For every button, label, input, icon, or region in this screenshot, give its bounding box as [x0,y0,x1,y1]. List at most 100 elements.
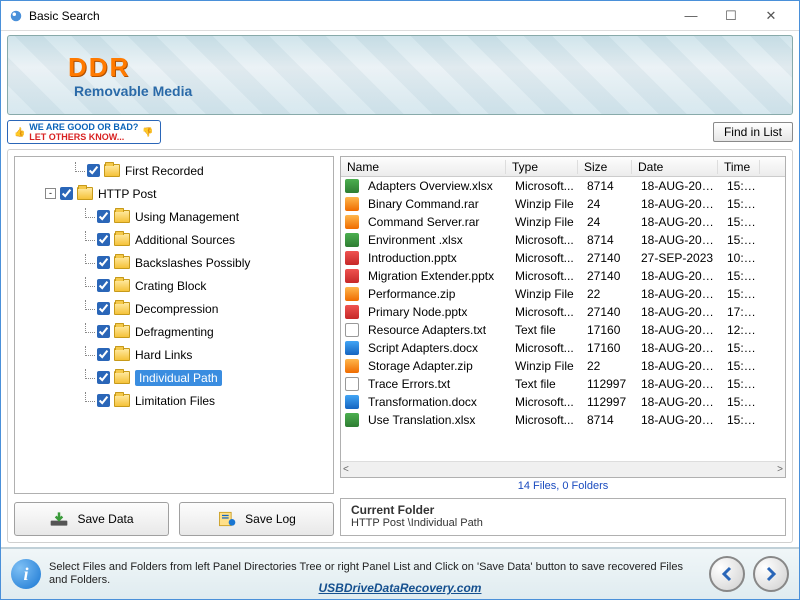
button-row: Save Data Save Log [14,502,334,536]
prev-button[interactable] [709,556,745,592]
folder-icon [77,187,93,200]
tree-branch-icon [75,162,85,172]
cell-size: 17160 [581,323,635,337]
cell-time: 15:32 [721,215,763,229]
tree-item[interactable]: Individual Path [15,366,333,389]
tree-item[interactable]: Decompression [15,297,333,320]
col-header-time[interactable]: Time [718,160,760,174]
tree-checkbox[interactable] [97,325,110,338]
horizontal-scrollbar[interactable]: <> [341,461,785,477]
cell-name: Binary Command.rar [362,197,509,211]
file-row[interactable]: Primary Node.pptxMicrosoft...2714018-AUG… [341,303,785,321]
file-row[interactable]: Trace Errors.txtText file11299718-AUG-20… [341,375,785,393]
tree-item[interactable]: Crating Block [15,274,333,297]
tree-item[interactable]: Defragmenting [15,320,333,343]
find-in-list-button[interactable]: Find in List [713,122,793,142]
app-icon [9,9,23,23]
file-list-body[interactable]: Adapters Overview.xlsxMicrosoft...871418… [341,177,785,461]
col-header-name[interactable]: Name [341,160,506,174]
next-button[interactable] [753,556,789,592]
minimize-button[interactable]: — [671,2,711,30]
file-row[interactable]: Adapters Overview.xlsxMicrosoft...871418… [341,177,785,195]
tree-item[interactable]: First Recorded [15,159,333,182]
tree-item-label: Limitation Files [135,394,215,408]
file-row[interactable]: Command Server.rarWinzip File2418-AUG-20… [341,213,785,231]
cell-date: 18-AUG-2023 [635,215,721,229]
directory-tree[interactable]: First Recorded -HTTP PostUsing Management… [15,157,333,493]
tree-checkbox[interactable] [60,187,73,200]
expander-icon[interactable]: - [45,188,56,199]
cell-type: Microsoft... [509,233,581,247]
tree-checkbox[interactable] [97,256,110,269]
tree-checkbox[interactable] [97,233,110,246]
col-header-date[interactable]: Date [632,160,718,174]
cell-time: 12:07 [721,323,763,337]
cell-size: 8714 [581,179,635,193]
save-data-icon [49,510,69,528]
toolbar: 👍 WE ARE GOOD OR BAD? LET OTHERS KNOW...… [7,117,793,147]
cell-name: Command Server.rar [362,215,509,229]
maximize-button[interactable]: ☐ [711,2,751,30]
tree-panel: First Recorded -HTTP PostUsing Management… [14,156,334,494]
cell-time: 15:31 [721,395,763,409]
tree-item[interactable]: Using Management [15,205,333,228]
tree-checkbox[interactable] [97,371,110,384]
cell-date: 18-AUG-2023 [635,179,721,193]
tree-branch-icon [85,323,95,333]
col-header-type[interactable]: Type [506,160,578,174]
feedback-badge[interactable]: 👍 WE ARE GOOD OR BAD? LET OTHERS KNOW...… [7,120,161,144]
cell-type: Winzip File [509,359,581,373]
file-type-icon [345,269,359,283]
tree-checkbox[interactable] [87,164,100,177]
tree-item-label: First Recorded [125,164,204,178]
folder-icon [114,325,130,338]
tree-checkbox[interactable] [97,302,110,315]
tree-item[interactable]: -HTTP Post [15,182,333,205]
file-row[interactable]: Storage Adapter.zipWinzip File2218-AUG-2… [341,357,785,375]
file-row[interactable]: Use Translation.xlsxMicrosoft...871418-A… [341,411,785,429]
cell-time: 15:38 [721,287,763,301]
cell-time: 15:37 [721,377,763,391]
tree-item[interactable]: Backslashes Possibly [15,251,333,274]
file-row[interactable]: Script Adapters.docxMicrosoft...1716018-… [341,339,785,357]
cell-date: 27-SEP-2023 [635,251,721,265]
tree-checkbox[interactable] [97,210,110,223]
tree-item[interactable]: Additional Sources [15,228,333,251]
col-header-size[interactable]: Size [578,160,632,174]
cell-type: Microsoft... [509,413,581,427]
folder-icon [114,348,130,361]
file-row[interactable]: Performance.zipWinzip File2218-AUG-20231… [341,285,785,303]
cell-name: Script Adapters.docx [362,341,509,355]
cell-size: 22 [581,359,635,373]
save-data-button[interactable]: Save Data [14,502,169,536]
tree-item-label: Backslashes Possibly [135,256,250,270]
tree-checkbox[interactable] [97,348,110,361]
cell-size: 8714 [581,413,635,427]
tree-item-label: Crating Block [135,279,206,293]
cell-name: Migration Extender.pptx [362,269,509,283]
tree-branch-icon [85,369,95,379]
cell-name: Environment .xlsx [362,233,509,247]
close-button[interactable]: ✕ [751,2,791,30]
info-icon: i [11,559,41,589]
tree-checkbox[interactable] [97,279,110,292]
file-row[interactable]: Environment .xlsxMicrosoft...871418-AUG-… [341,231,785,249]
file-row[interactable]: Resource Adapters.txtText file1716018-AU… [341,321,785,339]
cell-type: Winzip File [509,215,581,229]
file-type-icon [345,251,359,265]
brand-link[interactable]: USBDriveDataRecovery.com [319,581,482,595]
save-log-button[interactable]: Save Log [179,502,334,536]
file-row[interactable]: Migration Extender.pptxMicrosoft...27140… [341,267,785,285]
file-type-icon [345,377,359,391]
tree-checkbox[interactable] [97,394,110,407]
file-type-icon [345,359,359,373]
tree-item-label: Additional Sources [135,233,235,247]
file-row[interactable]: Binary Command.rarWinzip File2418-AUG-20… [341,195,785,213]
file-row[interactable]: Transformation.docxMicrosoft...11299718-… [341,393,785,411]
folder-icon [114,210,130,223]
folder-icon [114,279,130,292]
cell-type: Microsoft... [509,305,581,319]
tree-item[interactable]: Hard Links [15,343,333,366]
file-row[interactable]: Introduction.pptxMicrosoft...2714027-SEP… [341,249,785,267]
tree-item[interactable]: Limitation Files [15,389,333,412]
